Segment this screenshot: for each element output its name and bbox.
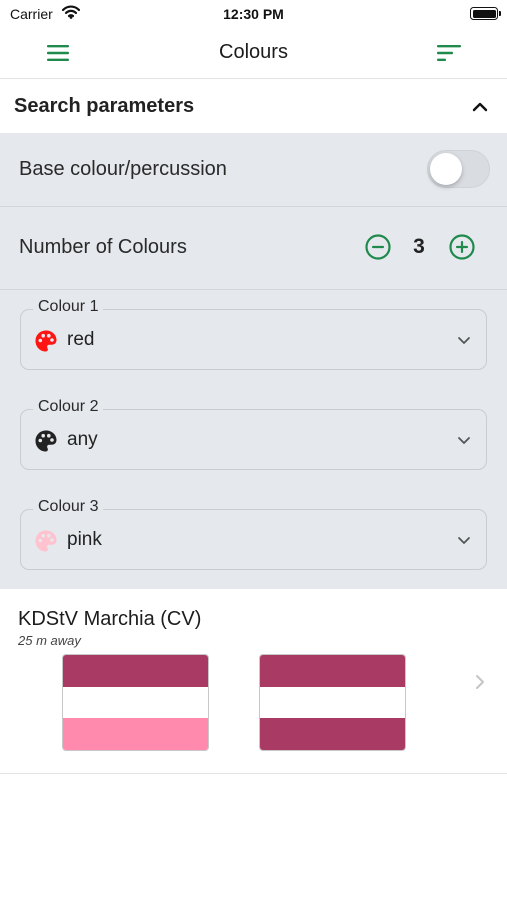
status-time: 12:30 PM: [223, 6, 284, 22]
palette-icon: [34, 529, 58, 553]
flag-stripe: [260, 718, 405, 750]
search-parameters-header[interactable]: Search parameters: [0, 80, 507, 133]
toggle-knob: [430, 153, 462, 185]
number-of-colours-label: Number of Colours: [19, 236, 187, 258]
colour-count-value: 3: [413, 235, 425, 258]
flag-stripe: [260, 655, 405, 687]
palette-icon: [34, 329, 58, 353]
flag-stripe: [63, 655, 208, 687]
chevron-down-icon: [456, 533, 472, 547]
flag-image: [62, 654, 209, 751]
colour-2-select[interactable]: Colour 2 any: [20, 398, 487, 470]
section-title: Search parameters: [14, 95, 195, 117]
flag-stripe: [63, 686, 208, 719]
colour-1-label: Colour 1: [33, 298, 104, 316]
chevron-down-icon: [456, 333, 472, 347]
colour-3-select[interactable]: Colour 3 pink: [20, 498, 487, 570]
flag-image: [259, 654, 406, 751]
chevron-down-icon: [456, 433, 472, 447]
colour-1-select[interactable]: Colour 1 red: [20, 298, 487, 370]
chevron-right-icon: [474, 674, 486, 690]
base-colour-toggle[interactable]: [427, 150, 490, 188]
flag-stripe: [260, 686, 405, 719]
colour-2-label: Colour 2: [33, 398, 104, 416]
base-colour-row: Base colour/percussion: [0, 133, 507, 206]
colour-1-value: red: [67, 329, 95, 350]
increment-button[interactable]: [449, 234, 475, 260]
palette-icon: [34, 429, 58, 453]
sort-filter-icon[interactable]: [434, 40, 464, 66]
status-bar: Carrier 12:30 PM: [0, 0, 507, 28]
result-list-item[interactable]: KDStV Marchia (CV) 25 m away: [0, 589, 507, 774]
page-title: Colours: [219, 41, 288, 63]
base-colour-label: Base colour/percussion: [19, 158, 227, 180]
row-divider: [0, 289, 507, 290]
chevron-up-icon[interactable]: [468, 96, 492, 116]
search-parameters-panel: Base colour/percussion Number of Colours…: [0, 133, 507, 589]
colour-3-label: Colour 3: [33, 498, 104, 516]
result-name: KDStV Marchia (CV): [18, 608, 202, 630]
battery-tip: [499, 11, 501, 16]
battery-icon: [470, 7, 498, 20]
decrement-button[interactable]: [365, 234, 391, 260]
colour-2-value: any: [67, 429, 98, 450]
colour-3-value: pink: [67, 529, 102, 550]
result-distance: 25 m away: [18, 633, 81, 648]
navigation-bar: Colours: [0, 28, 507, 79]
flag-stripe: [63, 718, 208, 750]
